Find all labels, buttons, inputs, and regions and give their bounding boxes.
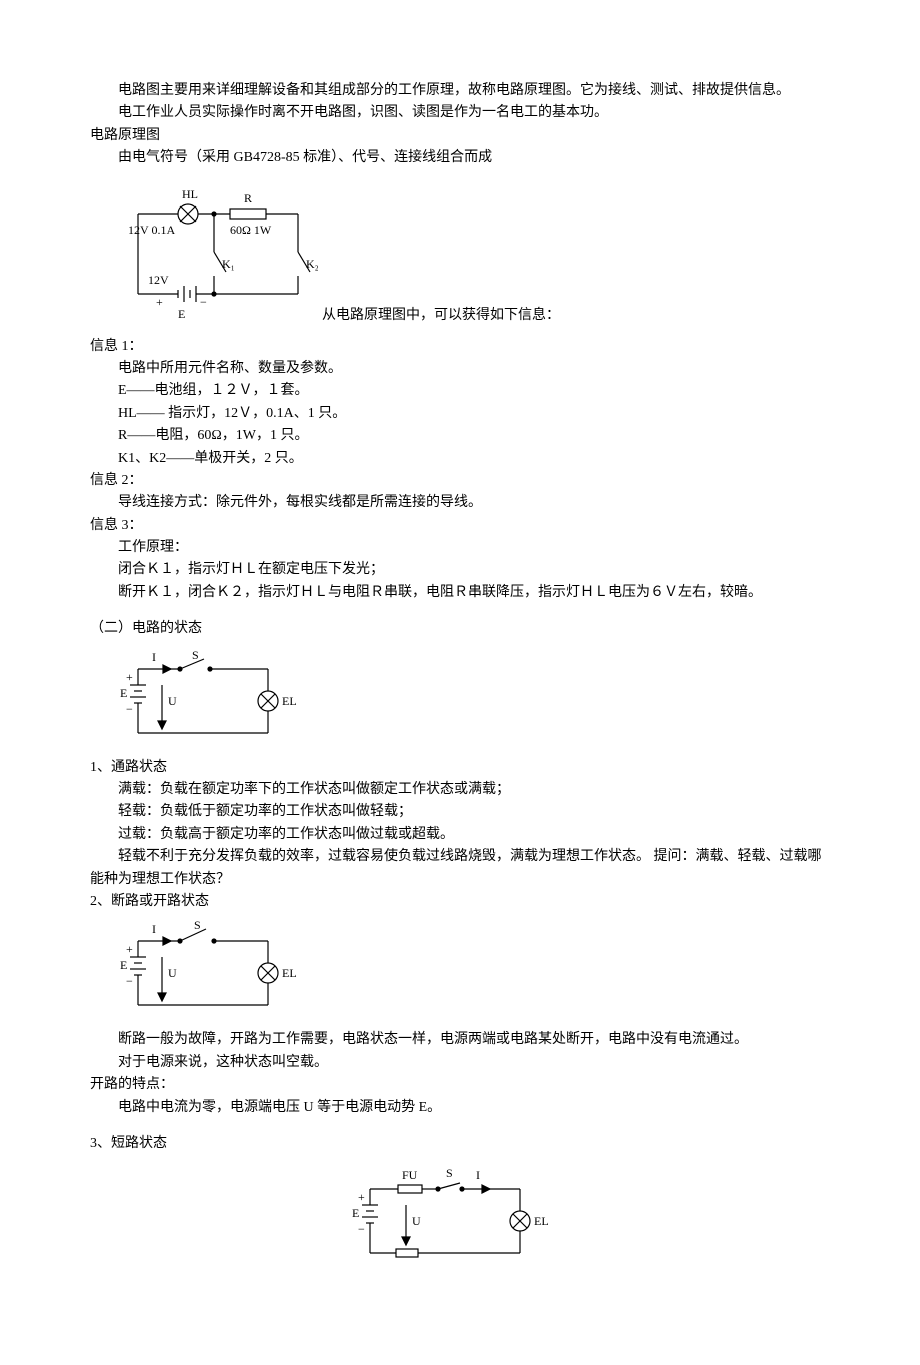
d1-E: E bbox=[178, 307, 185, 321]
circuit-diagram-1: HL R 12V 0.1A 60Ω 1W 12V K₁ K₂ + − E bbox=[118, 184, 318, 324]
info1-p5: K1、K2——单极开关，2 只。 bbox=[90, 448, 830, 470]
diagram-1-caption: 从电路原理图中，可以获得如下信息： bbox=[322, 305, 560, 331]
state1-title: 1、通路状态 bbox=[90, 757, 830, 779]
d3-U: U bbox=[168, 966, 177, 980]
d4-I: I bbox=[476, 1168, 480, 1182]
info1-p1: 电路中所用元件名称、数量及参数。 bbox=[90, 358, 830, 380]
d1-K1: K₁ bbox=[222, 257, 235, 271]
d1-K2: K₂ bbox=[306, 257, 318, 271]
d1-12v: 12V bbox=[148, 273, 169, 287]
d3-S: S bbox=[194, 921, 201, 932]
state2-sub: 开路的特点： bbox=[90, 1074, 830, 1096]
d1-12v01a: 12V 0.1A bbox=[128, 223, 175, 237]
d4-S: S bbox=[446, 1166, 453, 1180]
info2-p1: 导线连接方式：除元件外，每根实线都是所需连接的导线。 bbox=[90, 492, 830, 514]
info1-title: 信息 1： bbox=[90, 336, 830, 358]
state1-p3: 过载：负载高于额定功率的工作状态叫做过载或超载。 bbox=[90, 824, 830, 846]
circuit-diagram-1-row: HL R 12V 0.1A 60Ω 1W 12V K₁ K₂ + − E 从电路… bbox=[90, 176, 830, 332]
d3-minus: − bbox=[126, 974, 133, 988]
section2-title: （二）电路的状态 bbox=[90, 618, 830, 640]
d1-minus: − bbox=[200, 295, 207, 309]
d4-E: E bbox=[352, 1206, 359, 1220]
info3-p2: 闭合Ｋ１，指示灯ＨＬ在额定电压下发光； bbox=[90, 559, 830, 581]
info1-p2: E——电池组，１２Ｖ，１套。 bbox=[90, 380, 830, 402]
state3-title: 3、短路状态 bbox=[90, 1133, 830, 1155]
intro-p3: 由电气符号（采用 GB4728-85 标准）、代号、连接线组合而成 bbox=[90, 147, 830, 169]
state2-title: 2、断路或开路状态 bbox=[90, 891, 830, 913]
d1-HL: HL bbox=[182, 187, 198, 201]
d2-I: I bbox=[152, 650, 156, 664]
d2-plus: + bbox=[126, 670, 133, 684]
state1-p4: 轻载不利于充分发挥负载的效率，过载容易使负载过线路烧毁，满载为理想工作状态。 提… bbox=[90, 846, 830, 891]
intro-p1: 电路图主要用来详细理解设备和其组成部分的工作原理，故称电路原理图。它为接线、测试… bbox=[90, 80, 830, 102]
state1-p2: 轻载：负载低于额定功率的工作状态叫做轻载； bbox=[90, 801, 830, 823]
intro-h1: 电路原理图 bbox=[90, 125, 830, 147]
d4-plus: + bbox=[358, 1190, 365, 1204]
d2-E: E bbox=[120, 686, 127, 700]
d2-S: S bbox=[192, 649, 199, 662]
info1-p3: HL—— 指示灯，12Ｖ，0.1A、1 只。 bbox=[90, 403, 830, 425]
state2-p1: 断路一般为故障，开路为工作需要，电路状态一样，电源两端或电路某处断开，电路中没有… bbox=[90, 1029, 830, 1051]
d4-U: U bbox=[412, 1214, 421, 1228]
circuit-diagram-2: I S E + − U EL bbox=[118, 649, 830, 749]
d4-EL: EL bbox=[534, 1214, 549, 1228]
circuit-diagram-3: I S E + − U EL bbox=[118, 921, 830, 1021]
d2-EL: EL bbox=[282, 694, 297, 708]
d1-R: R bbox=[244, 191, 252, 205]
d1-plus: + bbox=[156, 295, 163, 309]
state2-p2: 对于电源来说，这种状态叫空载。 bbox=[90, 1052, 830, 1074]
d1-60ohm: 60Ω 1W bbox=[230, 223, 272, 237]
state2-p3: 电路中电流为零，电源端电压 U 等于电源电动势 E。 bbox=[90, 1097, 830, 1119]
d2-minus: − bbox=[126, 702, 133, 716]
d3-I: I bbox=[152, 922, 156, 936]
state1-p1: 满载：负载在额定功率下的工作状态叫做额定工作状态或满载； bbox=[90, 779, 830, 801]
info3-p1: 工作原理： bbox=[90, 537, 830, 559]
d4-minus: − bbox=[358, 1222, 365, 1236]
info3-p3: 断开Ｋ１，闭合Ｋ２，指示灯ＨＬ与电阻Ｒ串联，电阻Ｒ串联降压，指示灯ＨＬ电压为６Ｖ… bbox=[90, 582, 830, 604]
info2-title: 信息 2： bbox=[90, 470, 830, 492]
d3-plus: + bbox=[126, 942, 133, 956]
d3-E: E bbox=[120, 958, 127, 972]
info3-title: 信息 3： bbox=[90, 515, 830, 537]
d2-U: U bbox=[168, 694, 177, 708]
d3-EL: EL bbox=[282, 966, 297, 980]
intro-p2: 电工作业人员实际操作时离不开电路图，识图、读图是作为一名电工的基本功。 bbox=[90, 102, 830, 124]
info1-p4: R——电阻，60Ω，1W，1 只。 bbox=[90, 425, 830, 447]
d4-FU: FU bbox=[402, 1168, 418, 1182]
circuit-diagram-4: FU S I E + − U EL bbox=[350, 1165, 570, 1275]
